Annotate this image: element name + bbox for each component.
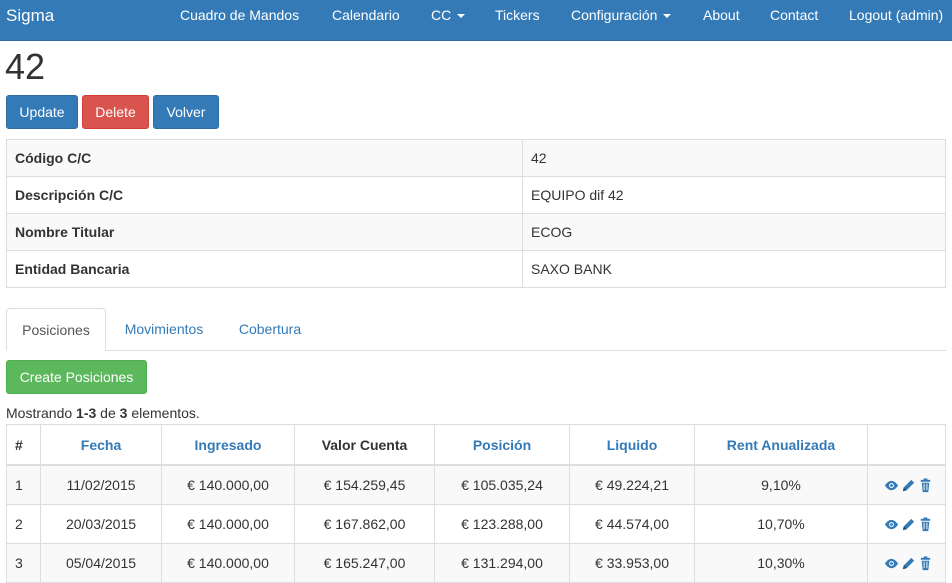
summary-range: 1-3 xyxy=(76,405,97,421)
nav-configuracion-dropdown[interactable]: Configuración xyxy=(571,7,672,23)
view-eye-icon[interactable] xyxy=(884,517,899,532)
update-button[interactable]: Update xyxy=(6,95,78,129)
table-header-row: # Fecha Ingresado Valor Cuenta Posición … xyxy=(6,424,946,466)
detail-value: 42 xyxy=(522,139,946,177)
cell-fecha: 05/04/2015 xyxy=(40,543,162,583)
cell-rent-anualizada: 10,30% xyxy=(694,543,868,583)
tab-bar: Posiciones Movimientos Cobertura xyxy=(6,308,946,351)
top-navbar: Sigma Cuadro de Mandos Calendario CC Tic… xyxy=(0,0,952,41)
cell-fecha: 20/03/2015 xyxy=(40,504,162,544)
detail-table: Código C/C 42 Descripción C/C EQUIPO dif… xyxy=(6,139,946,288)
table-row: 1 11/02/2015 € 140.000,00 € 154.259,45 € 105… xyxy=(6,464,946,505)
detail-value: SAXO BANK xyxy=(522,250,946,288)
cell-index: 2 xyxy=(6,504,41,544)
detail-row: Código C/C 42 xyxy=(6,139,946,177)
cell-fecha: 11/02/2015 xyxy=(40,464,162,505)
row-actions xyxy=(867,464,946,505)
cell-posicion: € 105.035,24 xyxy=(434,464,570,505)
col-posicion[interactable]: Posición xyxy=(434,424,570,466)
results-summary: Mostrando 1-3 de 3 elementos. xyxy=(6,405,200,421)
nav-logout[interactable]: Logout (admin) xyxy=(849,7,943,23)
nav-contact[interactable]: Contact xyxy=(770,7,818,23)
cell-posicion: € 123.288,00 xyxy=(434,504,570,544)
detail-label: Nombre Titular xyxy=(6,213,523,251)
detail-value: EQUIPO dif 42 xyxy=(522,176,946,214)
cell-index: 3 xyxy=(6,543,41,583)
page-title: 42 xyxy=(5,46,46,87)
posiciones-table: # Fecha Ingresado Valor Cuenta Posición … xyxy=(6,424,946,583)
tab-posiciones[interactable]: Posiciones xyxy=(6,308,106,351)
cell-posicion: € 131.294,00 xyxy=(434,543,570,583)
detail-row: Descripción C/C EQUIPO dif 42 xyxy=(6,176,946,214)
cell-valor-cuenta: € 154.259,45 xyxy=(294,464,435,505)
detail-label: Descripción C/C xyxy=(6,176,523,214)
nav-configuracion-label: Configuración xyxy=(571,7,658,23)
detail-label: Código C/C xyxy=(6,139,523,177)
delete-trash-icon[interactable] xyxy=(918,478,933,493)
summary-suffix: elementos. xyxy=(127,405,200,421)
cell-liquido: € 49.224,21 xyxy=(569,464,695,505)
cell-liquido: € 44.574,00 xyxy=(569,504,695,544)
table-row: 2 20/03/2015 € 140.000,00 € 167.862,00 € 123… xyxy=(6,504,946,544)
cell-ingresado: € 140.000,00 xyxy=(161,464,295,505)
view-eye-icon[interactable] xyxy=(884,556,899,571)
summary-middle: de xyxy=(96,405,120,421)
cell-index: 1 xyxy=(6,464,41,505)
nav-calendario[interactable]: Calendario xyxy=(332,7,400,23)
col-fecha[interactable]: Fecha xyxy=(40,424,162,466)
table-row: 3 05/04/2015 € 140.000,00 € 165.247,00 € 131… xyxy=(6,543,946,583)
edit-pencil-icon[interactable] xyxy=(901,517,916,532)
back-button[interactable]: Volver xyxy=(153,95,219,129)
detail-value: ECOG xyxy=(522,213,946,251)
col-valor-cuenta: Valor Cuenta xyxy=(294,424,435,466)
cell-rent-anualizada: 9,10% xyxy=(694,464,868,505)
cell-ingresado: € 140.000,00 xyxy=(161,543,295,583)
summary-prefix: Mostrando xyxy=(6,405,77,421)
chevron-down-icon xyxy=(457,14,466,19)
main-nav: Cuadro de Mandos Calendario CC Tickers C… xyxy=(0,0,952,40)
cell-ingresado: € 140.000,00 xyxy=(161,504,295,544)
col-index: # xyxy=(6,424,41,466)
create-posiciones-button[interactable]: Create Posiciones xyxy=(6,360,147,394)
edit-pencil-icon[interactable] xyxy=(901,478,916,493)
cell-liquido: € 33.953,00 xyxy=(569,543,695,583)
cell-rent-anualizada: 10,70% xyxy=(694,504,868,544)
view-eye-icon[interactable] xyxy=(884,478,899,493)
cell-valor-cuenta: € 165.247,00 xyxy=(294,543,435,583)
edit-pencil-icon[interactable] xyxy=(901,556,916,571)
delete-trash-icon[interactable] xyxy=(918,517,933,532)
nav-about[interactable]: About xyxy=(703,7,740,23)
row-actions xyxy=(867,504,946,544)
cell-valor-cuenta: € 167.862,00 xyxy=(294,504,435,544)
delete-button[interactable]: Delete xyxy=(82,95,149,129)
col-liquido[interactable]: Liquido xyxy=(569,424,695,466)
detail-row: Entidad Bancaria SAXO BANK xyxy=(6,250,946,288)
nav-cuadro-de-mandos[interactable]: Cuadro de Mandos xyxy=(180,7,299,23)
nav-cc-label: CC xyxy=(431,7,452,23)
tab-cobertura[interactable]: Cobertura xyxy=(228,308,312,350)
chevron-down-icon xyxy=(663,14,672,19)
delete-trash-icon[interactable] xyxy=(918,556,933,571)
detail-label: Entidad Bancaria xyxy=(6,250,523,288)
row-actions xyxy=(867,543,946,583)
col-ingresado[interactable]: Ingresado xyxy=(161,424,295,466)
col-actions xyxy=(867,424,946,466)
detail-row: Nombre Titular ECOG xyxy=(6,213,946,251)
tab-movimientos[interactable]: Movimientos xyxy=(114,308,214,350)
nav-tickers[interactable]: Tickers xyxy=(495,7,540,23)
col-rent-anualizada[interactable]: Rent Anualizada xyxy=(694,424,868,466)
nav-cc-dropdown[interactable]: CC xyxy=(431,7,466,23)
